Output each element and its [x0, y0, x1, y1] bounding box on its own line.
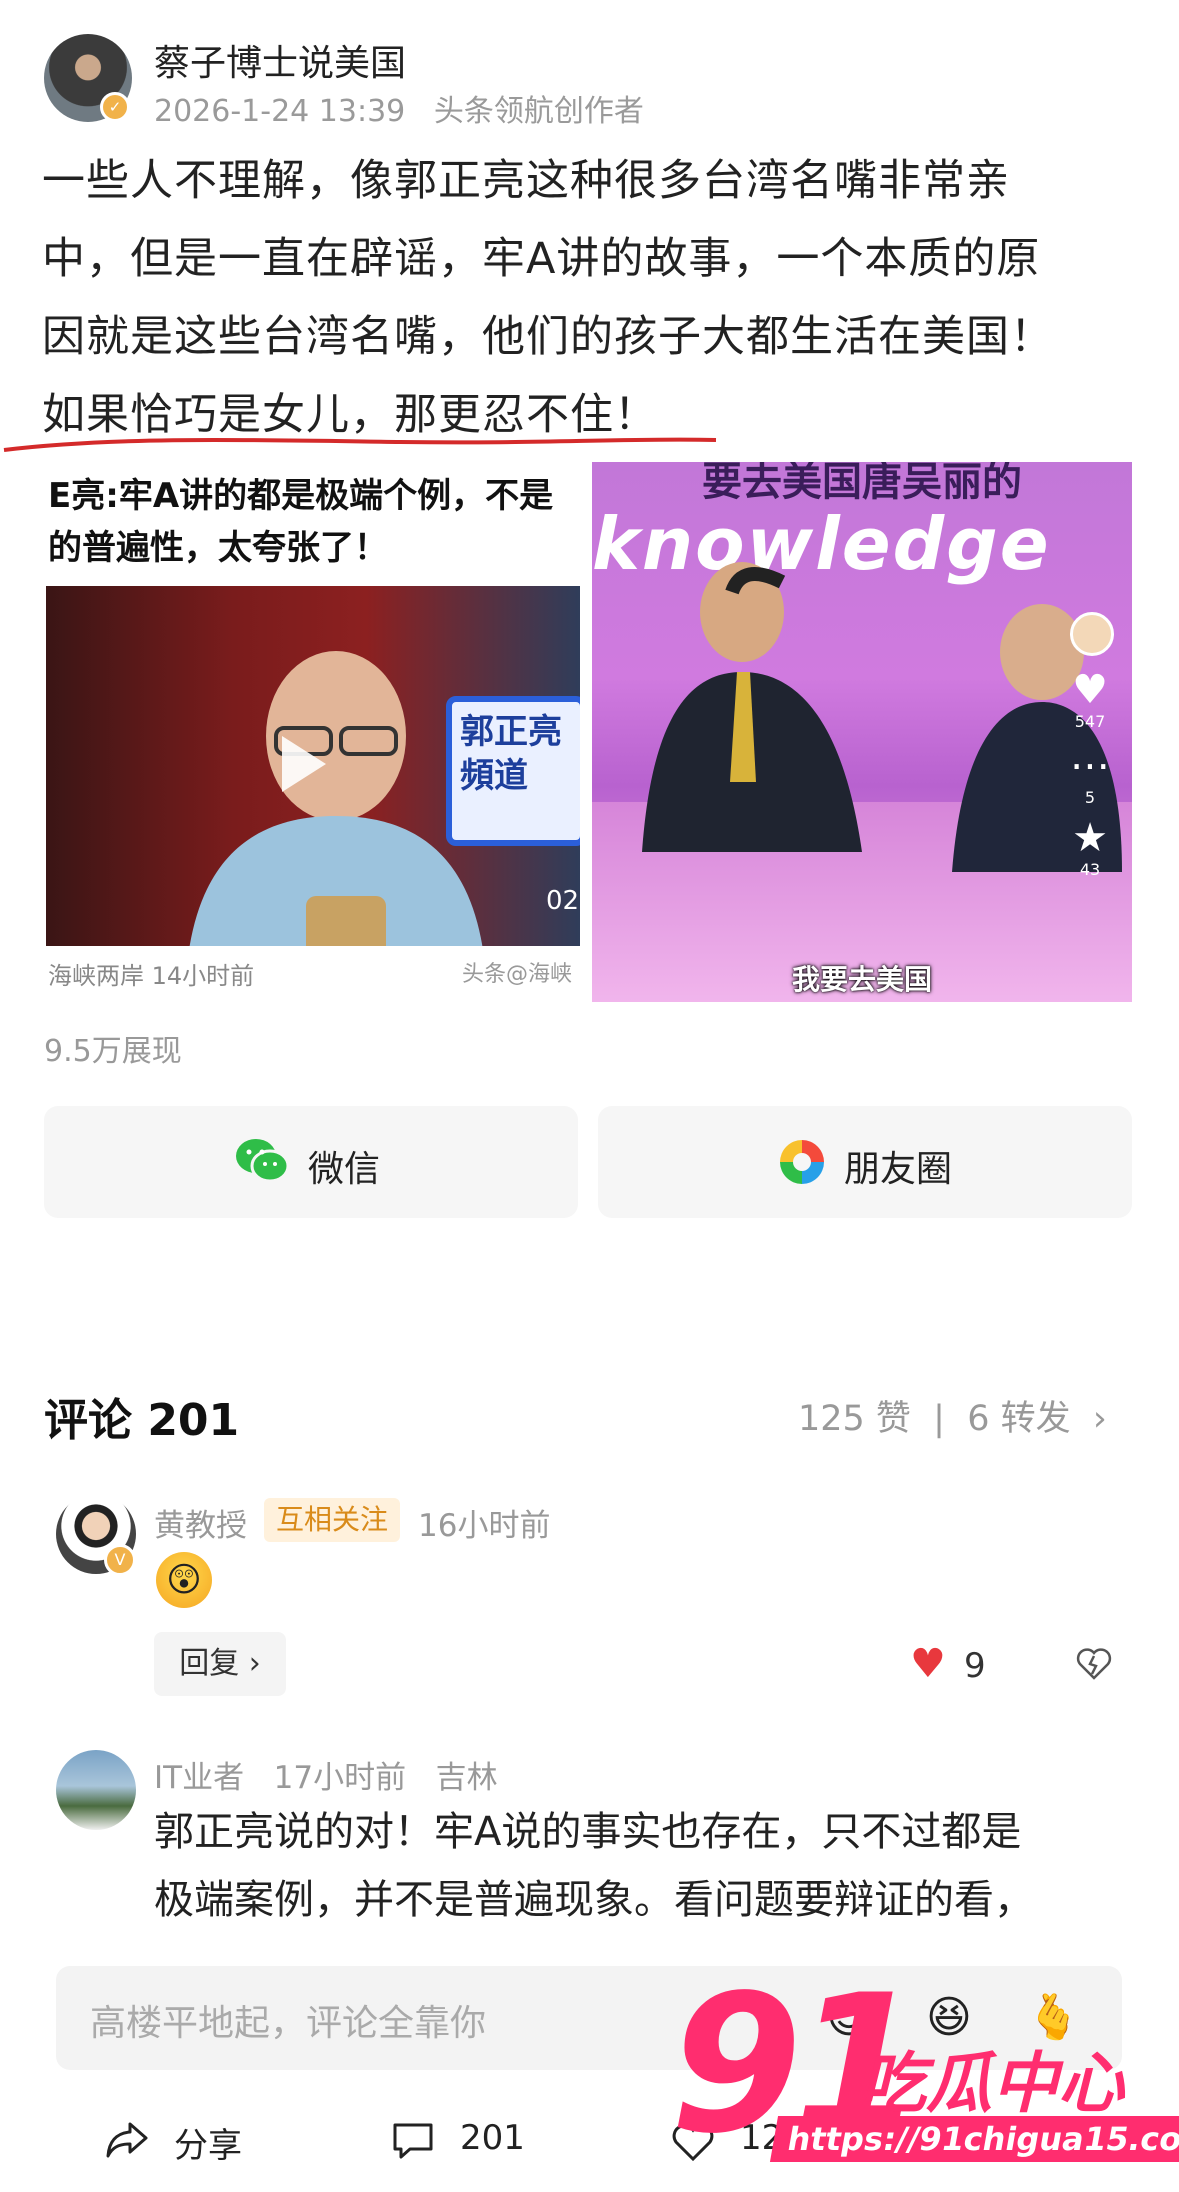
heart-filled-icon[interactable]: ♥: [910, 1644, 946, 1684]
comment-line: 极端案例，并不是普遍现象。看问题要辩证的看，: [154, 1877, 1034, 1923]
comment-icon[interactable]: [390, 2120, 436, 2162]
comments-stats[interactable]: 125 赞 | 6 转发 ›: [798, 1390, 1107, 1441]
dislike-heart-icon[interactable]: [1074, 1644, 1114, 1684]
verified-icon: V: [104, 1544, 136, 1576]
creator-badge-icon: ✓: [100, 92, 130, 122]
post-line: 中，但是一直在辟谣，牢A讲的故事，一个本质的原: [42, 234, 1041, 284]
heart-eyes-emoji-icon[interactable]: 😍: [826, 1992, 872, 2044]
post-line: 因就是这些台湾名嘴，他们的孩子大都生活在美国！: [42, 312, 1054, 362]
comment-input[interactable]: 高楼平地起，评论全靠你 😍 😆 🫰: [56, 1966, 1122, 2070]
share-moments-button[interactable]: 朋友圈: [598, 1106, 1132, 1218]
comment-count: 5: [1084, 788, 1096, 807]
share-wechat-button[interactable]: 微信: [44, 1106, 578, 1218]
creator-avatar-icon[interactable]: [1070, 612, 1114, 656]
favorite-count: 43: [1079, 860, 1101, 879]
image-watermark: 头条@海峡: [462, 962, 573, 987]
surprised-emoji-icon: 😲: [156, 1552, 212, 1608]
image-caption: 的普遍性，太夸张了！: [48, 528, 388, 568]
red-underline: [3, 437, 717, 452]
comment-input-placeholder: 高楼平地起，评论全靠你: [90, 2003, 487, 2044]
image-caption: E亮:牢A讲的都是极端个例，不是: [48, 476, 554, 516]
mutual-follow-tag: 互相关注: [264, 1498, 401, 1542]
commenter-avatar[interactable]: [56, 1750, 136, 1830]
video-subtitle: 我要去美国: [791, 963, 932, 996]
person-illustration: [642, 562, 862, 852]
video-duration: 02: [546, 886, 580, 916]
comment-icon[interactable]: ⋯ 5: [1070, 744, 1110, 807]
finger-heart-emoji-icon[interactable]: 🫰: [1026, 1992, 1081, 2044]
comment-body: 郭正亮说的对！牢A说的事实也存在，只不过都是 极端案例，并不是普遍现象。看问题要…: [154, 1798, 1154, 1934]
channel-logo: 郭正亮 頻道: [446, 696, 580, 846]
like-count: 547: [1074, 712, 1106, 731]
commenter-name[interactable]: 黄教授: [154, 1500, 247, 1545]
play-icon[interactable]: [282, 736, 326, 792]
like-outline-icon[interactable]: [670, 2122, 716, 2162]
comment-time: 16小时前: [418, 1508, 551, 1544]
post-body: 一些人不理解，像郭正亮这种很多台湾名嘴非常亲 中，但是一直在辟谣，牢A讲的故事，…: [42, 142, 1142, 454]
author-name[interactable]: 蔡子博士说美国: [154, 34, 406, 86]
channel-label: 頻道: [460, 756, 528, 796]
video-thumbnail[interactable]: 郭正亮 頻道 02: [46, 586, 580, 946]
image-source: 海峡两岸 14小时前: [48, 962, 255, 990]
post-meta: 2026-1-24 13:39 头条领航创作者: [154, 94, 644, 129]
like-icon[interactable]: ♥ 547: [1070, 668, 1110, 731]
commenter-meta: IT业者 17小时前 吉林: [154, 1760, 498, 1796]
moments-icon: [780, 1140, 824, 1184]
like-count-label[interactable]: 12: [740, 2118, 783, 2158]
comment-line: 郭正亮说的对！牢A说的事实也存在，只不过都是: [154, 1809, 1022, 1855]
share-moments-label: 朋友圈: [844, 1149, 953, 1190]
reply-button[interactable]: 回复 ›: [154, 1632, 286, 1696]
share-icon[interactable]: [104, 2120, 150, 2160]
laughing-emoji-icon[interactable]: 😆: [926, 1992, 972, 2044]
share-wechat-label: 微信: [308, 1149, 381, 1190]
channel-name: 郭正亮: [460, 712, 562, 752]
wechat-icon: [236, 1139, 290, 1183]
post-image-left[interactable]: E亮:牢A讲的都是极端个例，不是 的普遍性，太夸张了！ 郭正亮 頻道 02 海峡…: [42, 462, 582, 1002]
comment-like-count: 9: [964, 1646, 986, 1686]
share-label[interactable]: 分享: [174, 2118, 242, 2167]
post-image-right[interactable]: 要去美国唐吴丽的 knowledge ♥ 547 ⋯ 5 ★ 43 我要去美国: [592, 462, 1132, 1002]
star-icon[interactable]: ★ 43: [1070, 816, 1110, 879]
bottom-action-bar: 分享 201 12: [0, 2090, 1179, 2192]
comment-count-label[interactable]: 201: [460, 2118, 525, 2158]
view-count: 9.5万展现: [44, 1034, 182, 1069]
comments-title: 评论 201: [44, 1395, 240, 1446]
post-line: 一些人不理解，像郭正亮这种很多台湾名嘴非常亲: [42, 156, 1010, 206]
